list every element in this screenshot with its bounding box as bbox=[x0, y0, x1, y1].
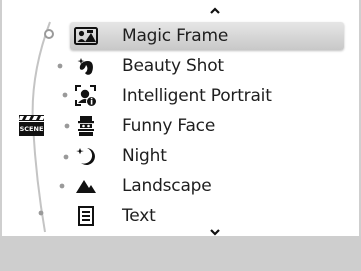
menu-item-beauty-shot[interactable]: Beauty Shot bbox=[72, 52, 342, 80]
chevron-down-icon bbox=[210, 229, 220, 236]
menu-item-night[interactable]: Night bbox=[72, 142, 342, 170]
menu-item-label: Landscape bbox=[122, 176, 212, 196]
menu-item-landscape[interactable]: Landscape bbox=[72, 172, 342, 200]
menu-item-label: Night bbox=[122, 146, 167, 166]
menu-item-label: Magic Frame bbox=[122, 26, 229, 46]
menu-item-label: Beauty Shot bbox=[122, 56, 224, 76]
menu-item-text[interactable]: Text bbox=[72, 202, 342, 230]
text-icon bbox=[74, 205, 98, 227]
menu-item-label: Funny Face bbox=[122, 116, 216, 136]
landscape-icon bbox=[74, 175, 98, 197]
menu-item-label: Text bbox=[122, 206, 156, 226]
magic-frame-icon bbox=[74, 25, 98, 47]
menu-item-funny-face[interactable]: Funny Face bbox=[72, 112, 342, 140]
funny-face-icon bbox=[74, 115, 98, 137]
intelligent-portrait-icon bbox=[74, 85, 98, 107]
scroll-down-button[interactable] bbox=[209, 228, 221, 236]
scene-mode-screen: SCENE Magic Frame Beauty Shot Intelligen… bbox=[0, 0, 361, 271]
beauty-shot-icon bbox=[74, 55, 98, 77]
night-icon bbox=[74, 145, 98, 167]
clapperboard-icon: SCENE bbox=[19, 115, 44, 136]
menu-item-magic-frame[interactable]: Magic Frame bbox=[72, 22, 342, 50]
scene-mode-badge: SCENE bbox=[19, 115, 44, 136]
menu-item-intelligent-portrait[interactable]: Intelligent Portrait bbox=[72, 82, 342, 110]
chevron-up-icon bbox=[210, 7, 220, 14]
bottom-bar bbox=[0, 236, 361, 271]
scroll-up-button[interactable] bbox=[209, 6, 221, 14]
menu-item-label: Intelligent Portrait bbox=[122, 86, 272, 106]
scene-badge-label: SCENE bbox=[20, 125, 44, 133]
